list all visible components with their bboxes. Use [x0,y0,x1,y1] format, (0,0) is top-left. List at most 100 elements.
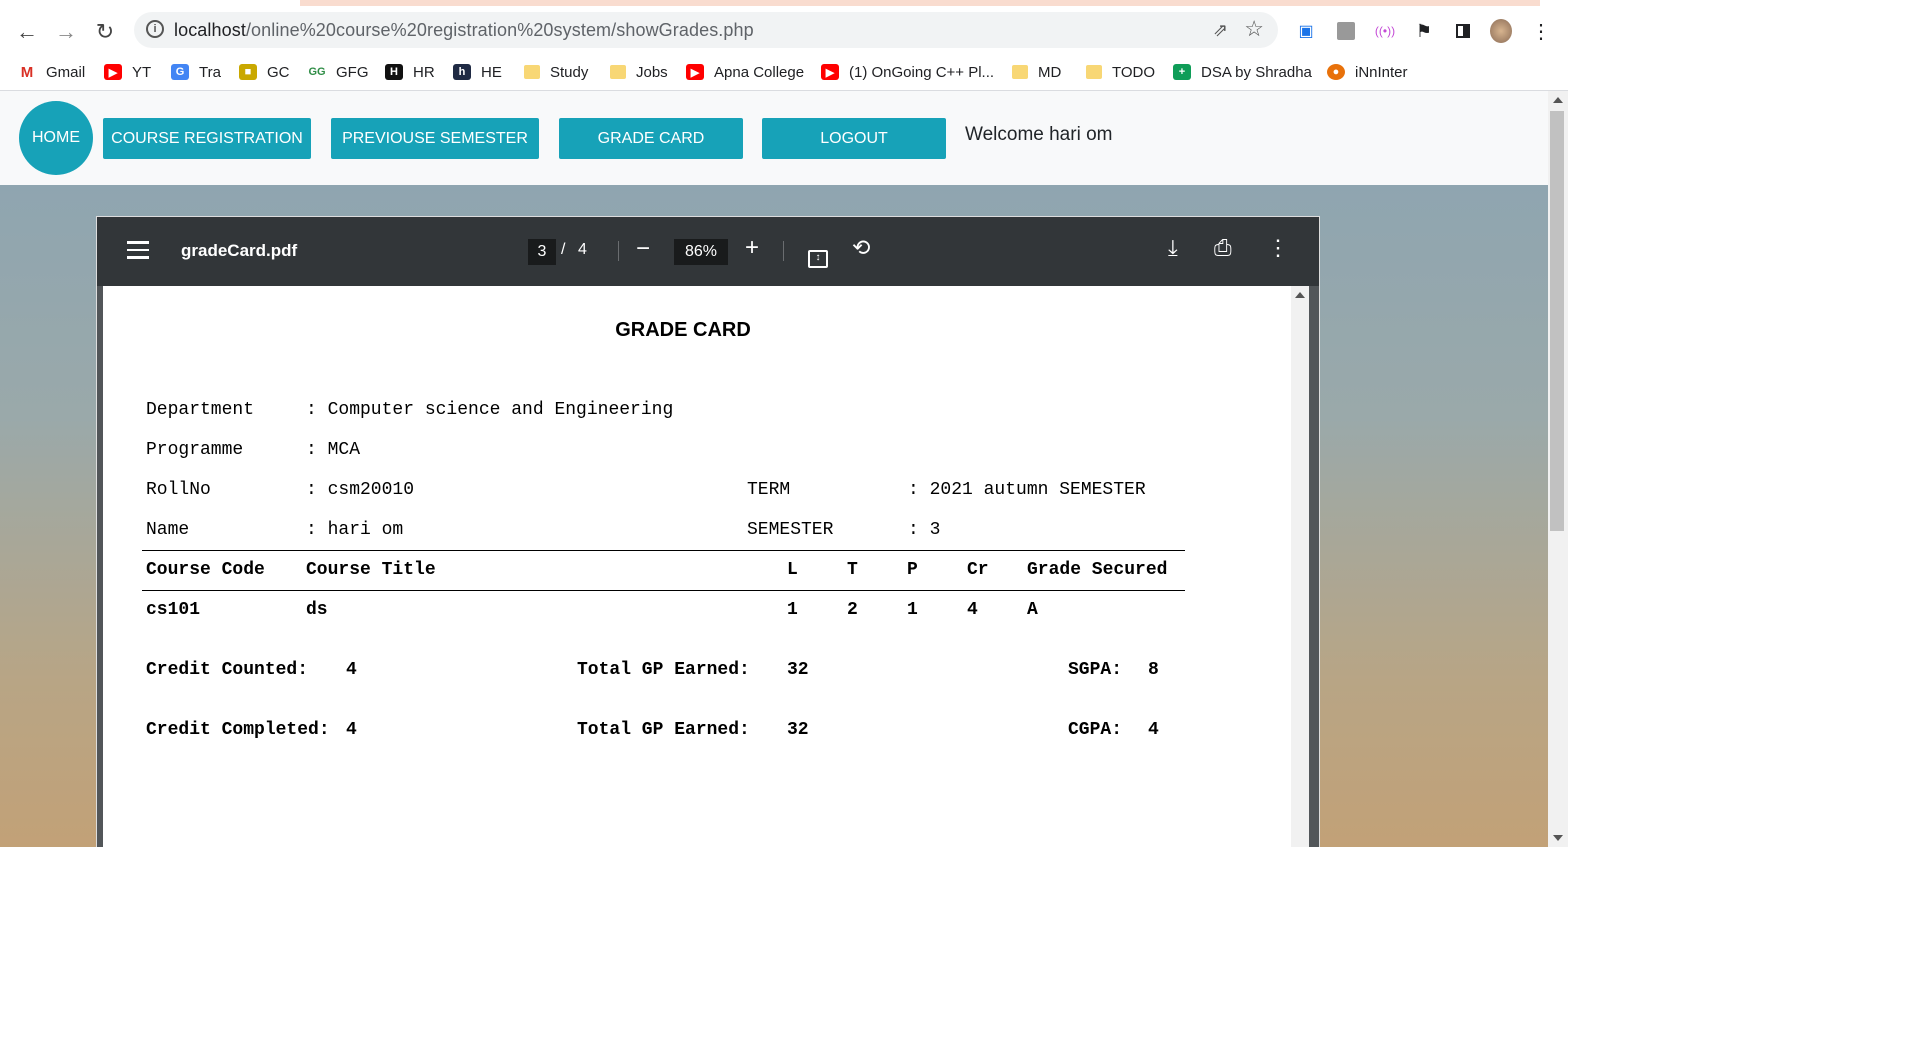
bookmark-label: Tra [199,63,221,81]
gp-earned-label: Total GP Earned: [577,720,750,740]
back-arrow-icon[interactable]: ← [13,18,41,46]
table-header-rule [142,590,1185,591]
youtube-icon: ▶ [104,64,122,80]
reload-icon[interactable]: ↻ [91,18,119,46]
rotate-icon[interactable]: ⟲ [852,235,870,261]
download-icon[interactable]: ⤓ [1168,235,1178,261]
fit-to-page-icon[interactable]: ↕ [808,240,828,268]
bookmark-ininter[interactable]: ● iNnInter [1327,60,1408,84]
credit-counted-label: Credit Counted: [146,660,309,680]
department-label: Department [146,400,255,420]
previous-semester-button[interactable]: PREVIOUSE SEMESTER [331,118,539,159]
grade-card-button[interactable]: GRADE CARD [559,118,743,159]
hamburger-menu-icon[interactable] [127,241,149,261]
bookmark-jobs[interactable]: Jobs [610,60,668,84]
forward-arrow-icon[interactable]: → [52,18,80,46]
toolbar-divider [618,241,619,261]
bookmark-gc[interactable]: ■ GC [239,60,290,84]
page-scrollbar[interactable] [1548,91,1568,847]
scroll-up-arrow-icon[interactable] [1553,97,1563,103]
broadcast-extension-icon[interactable]: ((•)) [1374,20,1396,42]
translate-icon: G [171,64,189,80]
bookmark-star-icon[interactable]: ☆ [1244,16,1264,42]
bookmark-apna-college[interactable]: ▶ Apna College [686,60,804,84]
scroll-up-arrow-icon[interactable] [1295,292,1305,298]
more-options-icon[interactable]: ⋮ [1267,235,1289,261]
rollno-label: RollNo [146,480,211,500]
bookmark-gmail[interactable]: M Gmail [18,60,85,84]
bookmark-label: HE [481,63,502,81]
side-panel-icon[interactable] [1452,20,1474,42]
department-value: : Computer science and Engineering [306,400,674,420]
print-icon[interactable]: ⎙ [1214,235,1232,261]
bookmark-hr[interactable]: H HR [385,60,435,84]
row-p: 1 [907,600,918,620]
bookmark-he[interactable]: h HE [453,60,502,84]
screen-capture-extension-icon[interactable]: ▣ [1295,20,1317,42]
pdf-page: GRADE CARD Department : Computer science… [103,286,1291,847]
extensions-puzzle-icon[interactable]: ⚑ [1413,20,1435,42]
bookmark-label: DSA by Shradha [1201,63,1312,81]
share-icon[interactable]: ⇗ [1213,20,1228,41]
bookmark-study[interactable]: Study [524,60,588,84]
scrollbar-thumb[interactable] [1550,111,1564,531]
row-course-title: ds [306,600,328,620]
rollno-value: : csm20010 [306,480,415,500]
credit-counted-value: 4 [346,660,357,680]
header-grade: Grade Secured [1027,560,1168,580]
scroll-down-arrow-icon[interactable] [1553,835,1563,841]
bookmark-md[interactable]: MD [1012,60,1061,84]
profile-avatar[interactable] [1490,19,1512,43]
youtube-icon: ▶ [686,64,704,80]
semester-value: : 3 [908,520,941,540]
toolbar-divider [783,241,784,261]
header-t: T [847,560,858,580]
zoom-level-input[interactable]: 86% [674,239,728,265]
bookmark-tra[interactable]: G Tra [171,60,221,84]
programme-label: Programme [146,440,244,460]
pdf-toolbar: gradeCard.pdf 3 / 4 − 86% + ↕ ⟲ ⤓ ⎙ ⋮ [97,217,1319,286]
bookmark-yt[interactable]: ▶ YT [104,60,151,84]
bookmark-todo[interactable]: TODO [1086,60,1155,84]
name-value: : hari om [306,520,404,540]
ininter-icon: ● [1327,64,1345,80]
zoom-in-icon[interactable]: + [745,234,759,262]
bookmark-ongoing-cpp[interactable]: ▶ (1) OnGoing C++ Pl... [821,60,994,84]
programme-value: : MCA [306,440,361,460]
bookmark-label: GFG [336,63,369,81]
url-text[interactable]: localhost/online%20course%20registration… [174,20,754,41]
home-button[interactable]: HOME [19,101,93,175]
youtube-icon: ▶ [821,64,839,80]
sgpa-label: SGPA: [1068,660,1123,680]
timer-extension-icon[interactable] [1335,20,1357,42]
gp-earned-value: 32 [787,660,809,680]
address-bar[interactable]: i localhost/online%20course%20registrati… [134,12,1278,48]
sgpa-value: 8 [1148,660,1159,680]
bookmark-label: YT [132,63,152,81]
header-course-code: Course Code [146,560,265,580]
zoom-out-icon[interactable]: − [636,235,650,263]
page-separator: / [561,241,566,258]
bookmark-label: Apna College [714,63,805,81]
gp-earned-value: 32 [787,720,809,740]
folder-icon [1012,65,1028,79]
page-number-input[interactable]: 3 [528,239,556,265]
browser-menu-icon[interactable]: ⋮ [1530,20,1552,43]
term-value: : 2021 autumn SEMESTER [908,480,1146,500]
course-registration-button[interactable]: COURSE REGISTRATION [103,118,311,159]
credit-completed-label: Credit Completed: [146,720,330,740]
folder-icon [610,65,626,79]
site-info-icon[interactable]: i [146,20,164,38]
pdf-scrollbar[interactable] [1291,286,1309,847]
site-navbar: HOME COURSE REGISTRATION PREVIOUSE SEMES… [0,91,1548,185]
bookmarks-bar: M Gmail ▶ YT G Tra ■ GC GG GFG H HR h HE Study … [0,54,1568,91]
header-p: P [907,560,918,580]
url-path: /online%20course%20registration%20system… [245,20,754,40]
credit-completed-value: 4 [346,720,357,740]
bookmark-label: HR [413,63,435,81]
bookmark-label: (1) OnGoing C++ Pl... [849,63,995,81]
bookmark-label: Study [550,63,589,81]
bookmark-dsa-shradha[interactable]: + DSA by Shradha [1173,60,1312,84]
logout-button[interactable]: LOGOUT [762,118,946,159]
bookmark-gfg[interactable]: GG GFG [308,60,369,84]
